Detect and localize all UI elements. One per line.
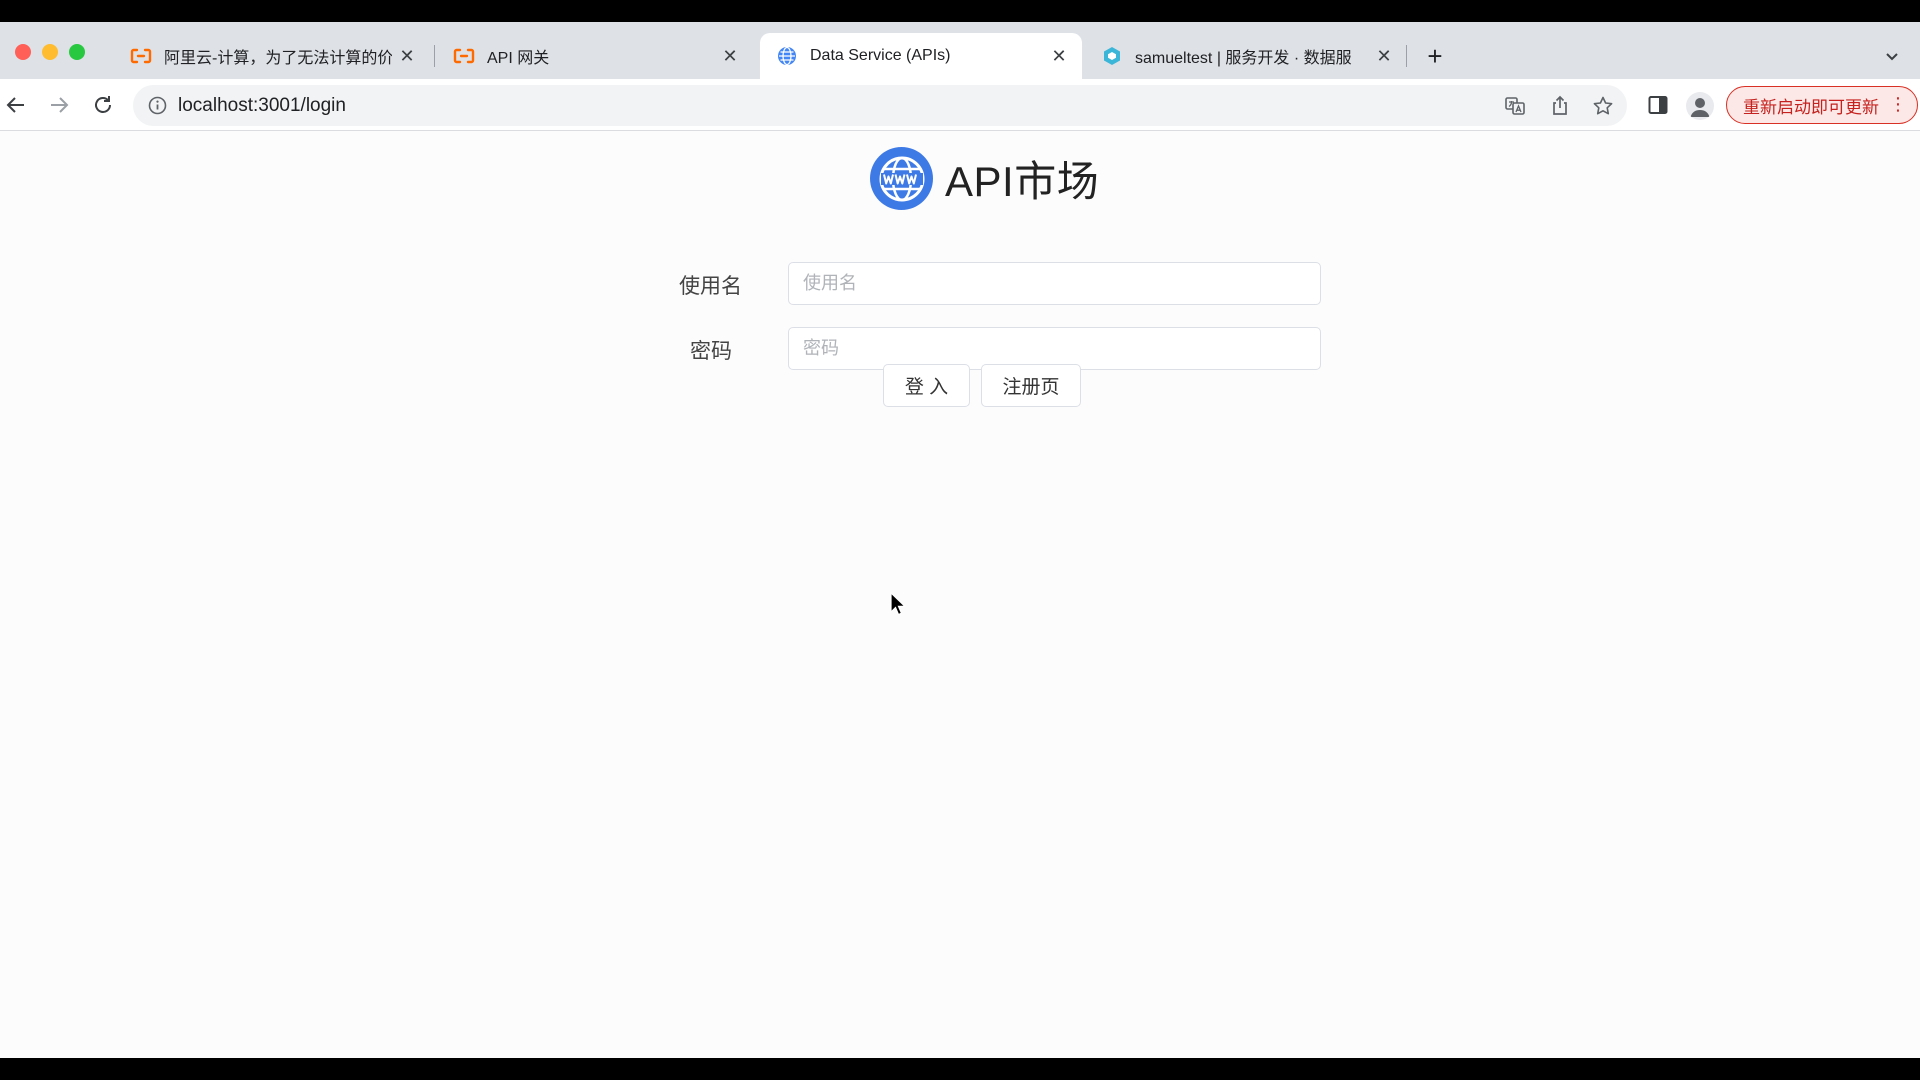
dataworks-icon	[1101, 45, 1123, 67]
login-page: API市场 使用名 密码 登 入 注册页	[0, 132, 1920, 1058]
maximize-window-button[interactable]	[69, 44, 85, 60]
brand: API市场	[870, 147, 1099, 210]
mouse-cursor-icon	[890, 591, 907, 616]
bookmark-star-icon[interactable]	[1592, 95, 1614, 117]
tab-title: samueltest | 服务开发 · 数据服	[1135, 50, 1352, 67]
address-bar[interactable]: localhost:3001/login	[133, 85, 1627, 126]
page-title: API市场	[945, 158, 1100, 205]
update-button-label: 重新启动即可更新	[1743, 97, 1879, 117]
back-icon[interactable]	[2, 91, 30, 119]
browser-window: 阿里云-计算，为了无法计算的价 ✕ API 网关 ✕ Data Service …	[0, 22, 1920, 1058]
tab-separator	[1406, 45, 1407, 67]
forward-icon[interactable]	[45, 91, 73, 119]
globe-icon	[776, 45, 798, 67]
close-icon[interactable]: ✕	[1375, 46, 1393, 66]
new-tab-button[interactable]: +	[1422, 43, 1448, 70]
tab-title: Data Service (APIs)	[810, 47, 951, 64]
username-input[interactable]	[788, 262, 1321, 305]
relaunch-update-button[interactable]: 重新启动即可更新 ⋮	[1726, 86, 1918, 124]
info-icon[interactable]	[148, 96, 167, 115]
aliyun-icon	[130, 45, 152, 67]
close-icon[interactable]: ✕	[1050, 46, 1068, 66]
www-globe-icon	[870, 147, 933, 210]
aliyun-icon	[453, 45, 475, 67]
tab-samueltest[interactable]: samueltest | 服务开发 · 数据服 ✕	[1085, 33, 1407, 79]
login-button[interactable]: 登 入	[883, 364, 970, 407]
more-menu-icon[interactable]: ⋮	[1889, 95, 1907, 113]
close-icon[interactable]: ✕	[398, 46, 416, 66]
reload-icon[interactable]	[89, 91, 117, 119]
tab-title: 阿里云-计算，为了无法计算的价	[164, 50, 392, 67]
tab-title: API 网关	[487, 50, 550, 67]
tab-data-service[interactable]: Data Service (APIs) ✕	[760, 33, 1082, 79]
profile-avatar-icon[interactable]	[1686, 92, 1714, 120]
close-icon[interactable]: ✕	[721, 46, 739, 66]
tab-strip: 阿里云-计算，为了无法计算的价 ✕ API 网关 ✕ Data Service …	[0, 22, 1920, 79]
url-text[interactable]: localhost:3001/login	[178, 95, 346, 117]
register-page-button[interactable]: 注册页	[981, 364, 1081, 407]
tab-api-gateway[interactable]: API 网关 ✕	[437, 33, 753, 79]
tab-aliyun[interactable]: 阿里云-计算，为了无法计算的价 ✕	[114, 33, 430, 79]
close-window-button[interactable]	[15, 44, 31, 60]
side-panel-icon[interactable]	[1646, 93, 1670, 117]
share-icon[interactable]	[1549, 95, 1571, 117]
username-label: 使用名	[679, 275, 742, 298]
minimize-window-button[interactable]	[42, 44, 58, 60]
chevron-down-icon[interactable]	[1882, 46, 1902, 66]
password-label: 密码	[690, 340, 732, 363]
tab-separator	[434, 45, 435, 67]
screen: 阿里云-计算，为了无法计算的价 ✕ API 网关 ✕ Data Service …	[0, 0, 1920, 1080]
translate-icon[interactable]	[1504, 95, 1526, 117]
browser-toolbar: localhost:3001/login 重新启动即可更新 ⋮	[0, 79, 1920, 131]
